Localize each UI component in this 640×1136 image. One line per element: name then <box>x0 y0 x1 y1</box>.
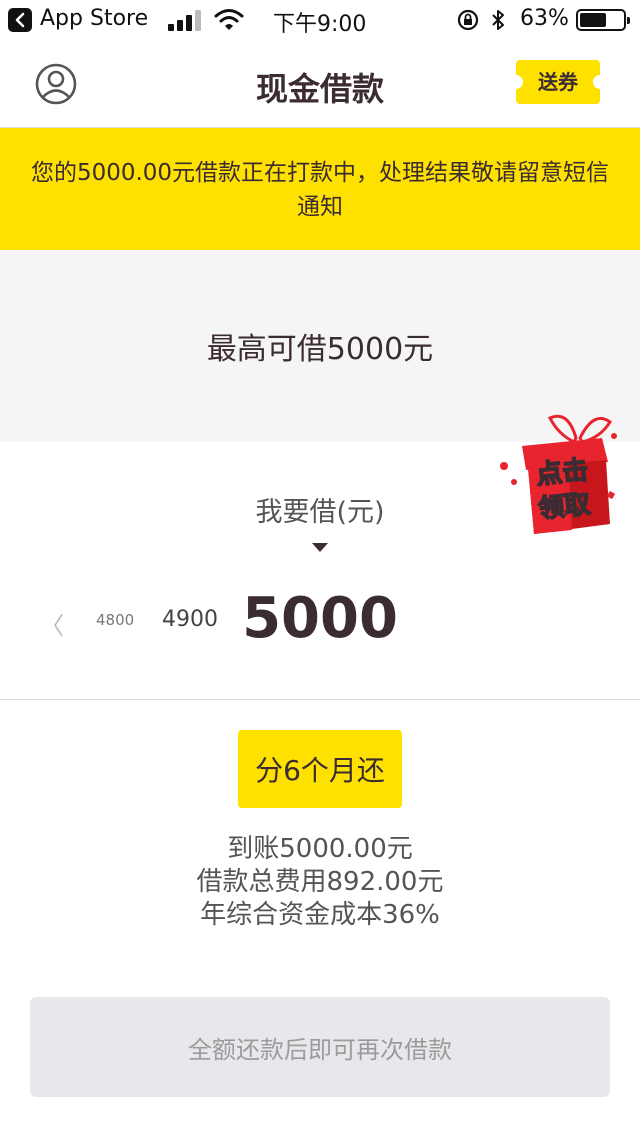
selector-pointer-icon <box>312 543 328 552</box>
battery-icon <box>576 9 630 31</box>
coupon-label: 送券 <box>538 70 578 94</box>
limit-text: 最高可借5000元 <box>206 332 434 367</box>
status-bar: App Store 下午9:00 63% <box>0 0 640 40</box>
coupon-button[interactable]: 送券 <box>514 58 602 106</box>
notice-text: 您的5000.00元借款正在打款中，处理结果敬请留意短信通知 <box>30 160 610 220</box>
amount-selected[interactable]: 5000 <box>0 586 640 651</box>
rotation-lock-icon <box>457 9 479 31</box>
battery-fill <box>580 13 606 27</box>
notice-banner: 您的5000.00元借款正在打款中，处理结果敬请留意短信通知 <box>0 128 640 250</box>
battery-percent: 63% <box>520 6 569 31</box>
borrow-again-button[interactable]: 全额还款后即可再次借款 <box>30 997 610 1097</box>
clock: 下午9:00 <box>273 12 367 37</box>
bluetooth-icon <box>492 10 504 30</box>
wifi-icon <box>214 9 244 30</box>
nav-bar: 现金借款 送券 <box>0 40 640 128</box>
signal-icon <box>168 9 202 31</box>
annual-cost-text: 年综合资金成本36% <box>200 900 440 930</box>
total-fee-text: 借款总费用892.00元 <box>196 867 444 897</box>
back-app-label[interactable]: App Store <box>40 6 148 31</box>
back-to-app-icon[interactable] <box>8 8 32 32</box>
divider <box>0 699 640 700</box>
received-amount-text: 到账5000.00元 <box>227 834 413 864</box>
borrow-amount-label: 我要借(元) <box>255 497 385 528</box>
term-button[interactable]: 分6个月还 <box>238 730 402 808</box>
